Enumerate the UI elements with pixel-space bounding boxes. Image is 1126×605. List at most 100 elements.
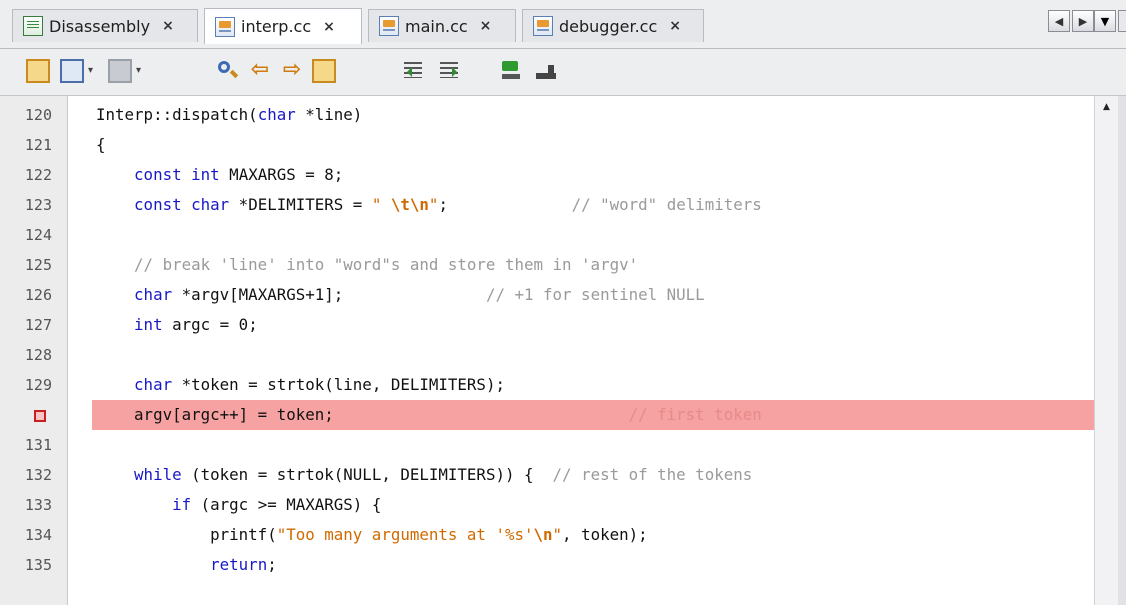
line-number: 128 xyxy=(24,346,52,364)
code-token: char xyxy=(134,285,173,304)
line-number xyxy=(8,400,58,430)
code-text: argv[argc++] = token; // first token xyxy=(96,400,762,430)
code-token: char xyxy=(191,195,230,214)
back-to-last-edit-icon[interactable] xyxy=(26,59,50,83)
code-token: // "word" delimiters xyxy=(447,195,762,214)
code-token: // break 'line' into "word"s and store t… xyxy=(134,255,639,274)
shift-left-icon[interactable] xyxy=(402,59,426,83)
code-line[interactable]: 125 // break 'line' into "word"s and sto… xyxy=(0,250,1094,280)
line-number: 122 xyxy=(24,166,52,184)
code-token: { xyxy=(96,135,106,154)
code-token: argc = 0; xyxy=(162,315,258,334)
code-text: Interp::dispatch(char *line) xyxy=(96,100,362,130)
disassembly-file-icon xyxy=(23,16,43,36)
close-icon[interactable]: × xyxy=(162,18,174,34)
code-token: *token = strtok(line, DELIMITERS); xyxy=(172,375,505,394)
code-token: (token = strtok(NULL, DELIMITERS)) { xyxy=(181,465,553,484)
line-number: 125 xyxy=(24,256,52,274)
start-macro-icon[interactable] xyxy=(500,59,524,83)
code-line[interactable]: 121 { xyxy=(0,130,1094,160)
code-text: const char *DELIMITERS = " \t\n"; // "wo… xyxy=(96,190,762,220)
code-token: *DELIMITERS = xyxy=(229,195,372,214)
code-text: char *token = strtok(line, DELIMITERS); xyxy=(96,370,505,400)
tab-label: interp.cc xyxy=(241,17,312,36)
code-line[interactable]: 126 char *argv[MAXARGS+1]; // +1 for sen… xyxy=(0,280,1094,310)
code-token: return xyxy=(210,555,268,574)
code-line[interactable]: 124 xyxy=(0,220,1094,250)
cc-file-icon xyxy=(215,16,235,37)
tab-list-dropdown-icon[interactable]: ▼ xyxy=(1094,10,1116,32)
code-line[interactable]: 131 xyxy=(0,430,1094,460)
code-token: // +1 for sentinel NULL xyxy=(343,285,705,304)
vertical-scrollbar[interactable]: ▲ xyxy=(1094,96,1118,605)
code-line[interactable]: 120 Interp::dispatch(char *line) xyxy=(0,100,1094,130)
code-editor[interactable]: 120 Interp::dispatch(char *line) 121 {122 c… xyxy=(0,96,1126,605)
tab-label: debugger.cc xyxy=(559,16,658,36)
code-token: while xyxy=(134,465,182,484)
tab-interp-cc[interactable]: interp.cc × xyxy=(204,8,362,44)
stop-macro-icon[interactable] xyxy=(534,59,558,83)
code-token: *line) xyxy=(295,105,363,124)
close-icon[interactable]: × xyxy=(480,18,492,34)
line-number: 134 xyxy=(24,526,52,544)
code-token: (argc >= MAXARGS) { xyxy=(191,495,382,514)
tab-main-cc[interactable]: main.cc × xyxy=(368,9,516,42)
code-token: int xyxy=(191,165,220,184)
toggle-highlight-icon[interactable] xyxy=(312,59,336,83)
chevron-down-icon[interactable]: ▾ xyxy=(136,59,146,83)
code-line[interactable]: 132 while (token = strtok(NULL, DELIMITE… xyxy=(0,460,1094,490)
code-text: char *argv[MAXARGS+1]; // +1 for sentine… xyxy=(96,280,705,310)
scroll-tabs-left-icon[interactable]: ◀ xyxy=(1048,10,1070,32)
code-line[interactable]: 127 int argc = 0; xyxy=(0,310,1094,340)
tab-label: Disassembly xyxy=(49,16,151,36)
code-text: return; xyxy=(96,550,277,580)
line-number: 129 xyxy=(24,376,52,394)
code-token: char xyxy=(257,105,296,124)
code-token: \t\n xyxy=(390,195,429,214)
chevron-down-icon[interactable]: ▾ xyxy=(88,59,98,83)
code-token: // first token xyxy=(333,405,762,424)
line-number: 123 xyxy=(24,196,52,214)
code-line[interactable]: 134 printf("Too many arguments at '%s'\n… xyxy=(0,520,1094,550)
close-icon[interactable]: × xyxy=(323,19,335,35)
line-number: 133 xyxy=(24,496,52,514)
code-text: int argc = 0; xyxy=(96,310,258,340)
code-token: "Too many arguments at '%s' xyxy=(276,525,534,544)
find-previous-icon[interactable]: ⇦ xyxy=(248,59,272,83)
code-text: const int MAXARGS = 8; xyxy=(96,160,343,190)
tab-label: main.cc xyxy=(405,16,468,36)
shift-right-icon[interactable] xyxy=(438,59,462,83)
code-token: printf( xyxy=(96,525,277,544)
code-line[interactable]: 133 if (argc >= MAXARGS) { xyxy=(0,490,1094,520)
history-icon[interactable] xyxy=(60,59,84,83)
code-text: while (token = strtok(NULL, DELIMITERS))… xyxy=(96,460,752,490)
tab-scroll-buttons: ◀ ▶ xyxy=(1048,10,1094,32)
tab-debugger-cc[interactable]: debugger.cc × xyxy=(522,9,704,42)
close-icon[interactable]: × xyxy=(669,18,681,34)
find-icon[interactable] xyxy=(216,59,240,83)
code-line[interactable]: 128 xyxy=(0,340,1094,370)
breakpoint-line[interactable]: argv[argc++] = token; // first token xyxy=(0,400,1094,430)
window-edge-button[interactable] xyxy=(1118,10,1126,32)
editor-tab-bar: Disassembly × interp.cc × main.cc × debu… xyxy=(0,0,1126,49)
scroll-tabs-right-icon[interactable]: ▶ xyxy=(1072,10,1094,32)
code-text: printf("Too many arguments at '%s'\n", t… xyxy=(96,520,648,550)
code-line[interactable]: 129 char *token = strtok(line, DELIMITER… xyxy=(0,370,1094,400)
code-line[interactable]: 122 const int MAXARGS = 8; xyxy=(0,160,1094,190)
find-next-icon[interactable]: ⇨ xyxy=(280,59,304,83)
code-line[interactable]: 135 return; xyxy=(0,550,1094,580)
code-token: int xyxy=(134,315,163,334)
code-token: char xyxy=(134,375,173,394)
scroll-up-icon[interactable]: ▲ xyxy=(1095,96,1118,118)
cc-file-icon xyxy=(379,16,399,36)
code-line[interactable]: 123 const char *DELIMITERS = " \t\n"; //… xyxy=(0,190,1094,220)
tab-disassembly[interactable]: Disassembly × xyxy=(12,9,198,42)
bookmark-icon[interactable] xyxy=(108,59,132,83)
